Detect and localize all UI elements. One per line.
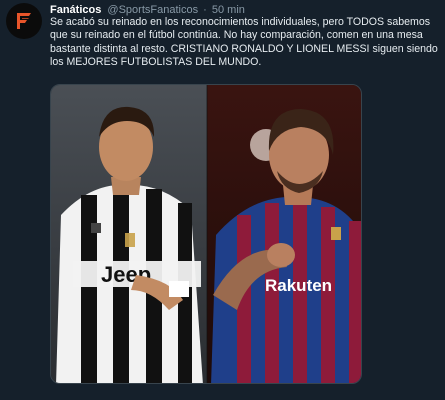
right-shirt-sponsor: Rakuten	[265, 276, 332, 295]
tweet-header: Fanáticos @SportsFanaticos · 50 min	[50, 3, 435, 17]
fanaticos-logo-icon	[17, 13, 31, 29]
tweet-text-line: que su reinado en el fútbol continúa. No…	[50, 29, 423, 42]
tweet-text-line: los MEJORES FUTBOLISTAS DEL MUNDO.	[50, 56, 262, 69]
tweet-text: Se acabó su reinado en los reconocimient…	[50, 16, 438, 70]
timestamp[interactable]: 50 min	[212, 4, 245, 16]
user-handle[interactable]: @SportsFanaticos	[107, 4, 198, 16]
separator-dot: ·	[203, 4, 207, 16]
players-photo: Jeep Rakuten	[51, 85, 361, 383]
tweet-media-image[interactable]: Jeep Rakuten	[50, 84, 362, 384]
tweet: Fanáticos @SportsFanaticos · 50 min Se a…	[0, 0, 445, 400]
avatar[interactable]	[6, 3, 42, 39]
tweet-text-line: Se acabó su reinado en los reconocimient…	[50, 16, 431, 28]
display-name[interactable]: Fanáticos	[50, 4, 101, 16]
tweet-text-line: bastante distinta al resto. CRISTIANO RO…	[50, 42, 438, 55]
